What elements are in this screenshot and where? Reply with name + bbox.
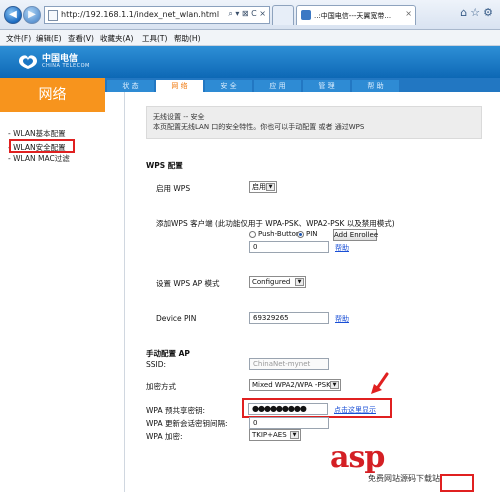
psk-highlight-box (242, 398, 392, 418)
menu-view[interactable]: 查看(V) (68, 33, 94, 44)
ssid-input[interactable]: ChinaNet-mynet (249, 358, 329, 370)
router-nav: 状 态 网 络 安 全 应 用 管 理 帮 助 (105, 78, 500, 92)
watermark-subtitle: 免费网站源码下载站 (368, 473, 440, 484)
wps-enable-select[interactable]: 启用 ▼ (249, 181, 277, 193)
sidebar-item-wlan-mac-filter[interactable]: - WLAN MAC过滤 (8, 153, 70, 164)
url-text: http://192.168.1.1/index_net_wlan.html (61, 10, 220, 19)
menu-help[interactable]: 帮助(H) (174, 33, 201, 44)
tab-label: ..:中国电信---天翼宽带... (314, 12, 392, 20)
wps-enable-value: 启用 (252, 183, 266, 191)
watermark-logo: asp (330, 440, 385, 475)
router-header: 中国电信 CHINA TELECOM (0, 46, 500, 78)
tab-status[interactable]: 状 态 (107, 80, 154, 92)
section-title: 网络 (0, 78, 105, 112)
menu-tools[interactable]: 工具(T) (142, 33, 167, 44)
tab-blank[interactable] (272, 5, 294, 25)
rekey-interval-input[interactable]: 0 (249, 417, 329, 429)
sidebar-item-wlan-basic[interactable]: - WLAN基本配置 (8, 128, 66, 139)
menu-bar: 文件(F) 编辑(E) 查看(V) 收藏夹(A) 工具(T) 帮助(H) (0, 30, 500, 46)
chevron-down-icon: ▼ (290, 431, 299, 439)
tab-favicon-icon (301, 10, 311, 20)
wps-ap-mode-select[interactable]: Configured ▼ (249, 276, 306, 288)
wps-help-link[interactable]: 帮助 (335, 243, 349, 253)
chevron-down-icon: ▼ (330, 381, 339, 389)
tab-help[interactable]: 帮 助 (352, 80, 399, 92)
wps-enable-label: 启用 WPS (156, 184, 191, 193)
logo-subtitle: CHINA TELECOM (42, 63, 90, 69)
sidebar-highlight-box (9, 139, 75, 153)
info-description: 本页配置无线LAN 口的安全特性。你也可以手动配置 或者 通过WPS (153, 123, 365, 131)
wpa-encryption-select[interactable]: TKIP+AES ▼ (249, 429, 301, 441)
push-button-radio[interactable] (249, 231, 256, 238)
sidebar (0, 112, 105, 492)
menu-edit[interactable]: 编辑(E) (36, 33, 62, 44)
wpa-encryption-value: TKIP+AES (252, 431, 287, 439)
wps-add-client-label: 添加WPS 客户端 (此功能仅用于 WPA-PSK、WPA2-PSK 以及禁用模… (156, 219, 395, 228)
info-box: 无线设置 -- 安全 本页配置无线LAN 口的安全特性。你也可以手动配置 或者 … (146, 106, 482, 139)
wps-pin-input[interactable]: 0 (249, 241, 329, 253)
menu-file[interactable]: 文件(F) (6, 33, 31, 44)
forward-button[interactable]: ▶ (23, 6, 41, 24)
tab-close-icon[interactable]: × (405, 9, 412, 18)
wps-ap-mode-value: Configured (252, 278, 291, 286)
back-button[interactable]: ◀ (4, 6, 22, 24)
device-pin-label: Device PIN (156, 314, 197, 323)
info-title: 无线设置 -- 安全 (153, 113, 205, 121)
browser-toolbar: ◀ ▶ http://192.168.1.1/index_net_wlan.ht… (0, 0, 500, 30)
push-button-label: Push-Button (258, 230, 301, 238)
encryption-value: Mixed WPA2/WPA -PSK (252, 381, 331, 389)
browser-right-icons[interactable]: ⌂☆⚙ (460, 6, 496, 19)
pin-label: PIN (306, 230, 318, 238)
address-bar[interactable]: http://192.168.1.1/index_net_wlan.html ⌕… (44, 6, 270, 24)
annotation-arrow-icon (371, 372, 389, 394)
ssid-label: SSID: (146, 360, 167, 369)
menu-favorites[interactable]: 收藏夹(A) (100, 33, 133, 44)
chevron-down-icon: ▼ (266, 183, 275, 191)
address-tools[interactable]: ⌕ ▾ ⊠ C × (228, 9, 266, 19)
page-icon (48, 10, 58, 21)
tab-management[interactable]: 管 理 (303, 80, 350, 92)
device-pin-help-link[interactable]: 帮助 (335, 314, 349, 324)
pin-radio[interactable] (297, 231, 304, 238)
rekey-interval-label: WPA 更新会话密钥间隔: (146, 419, 228, 428)
apply-button-highlight-box (440, 474, 474, 492)
manual-ap-heading: 手动配置 AP (146, 349, 190, 358)
wps-ap-mode-label: 设置 WPS AP 模式 (156, 279, 220, 288)
china-telecom-logo-icon (19, 55, 37, 69)
device-pin-input[interactable]: 69329265 (249, 312, 329, 324)
chevron-down-icon: ▼ (295, 278, 304, 286)
tab-network[interactable]: 网 络 (156, 80, 203, 92)
psk-label: WPA 预共享密钥: (146, 406, 205, 415)
add-enrollee-button[interactable]: Add Enrollee (333, 229, 378, 241)
tab-security[interactable]: 安 全 (205, 80, 252, 92)
encryption-select[interactable]: Mixed WPA2/WPA -PSK ▼ (249, 379, 341, 391)
wpa-encryption-label: WPA 加密: (146, 432, 183, 441)
tab-applications[interactable]: 应 用 (254, 80, 301, 92)
encryption-label: 加密方式 (146, 382, 176, 391)
tab-router[interactable]: ..:中国电信---天翼宽带... × (296, 5, 416, 25)
wps-heading: WPS 配置 (146, 161, 183, 170)
